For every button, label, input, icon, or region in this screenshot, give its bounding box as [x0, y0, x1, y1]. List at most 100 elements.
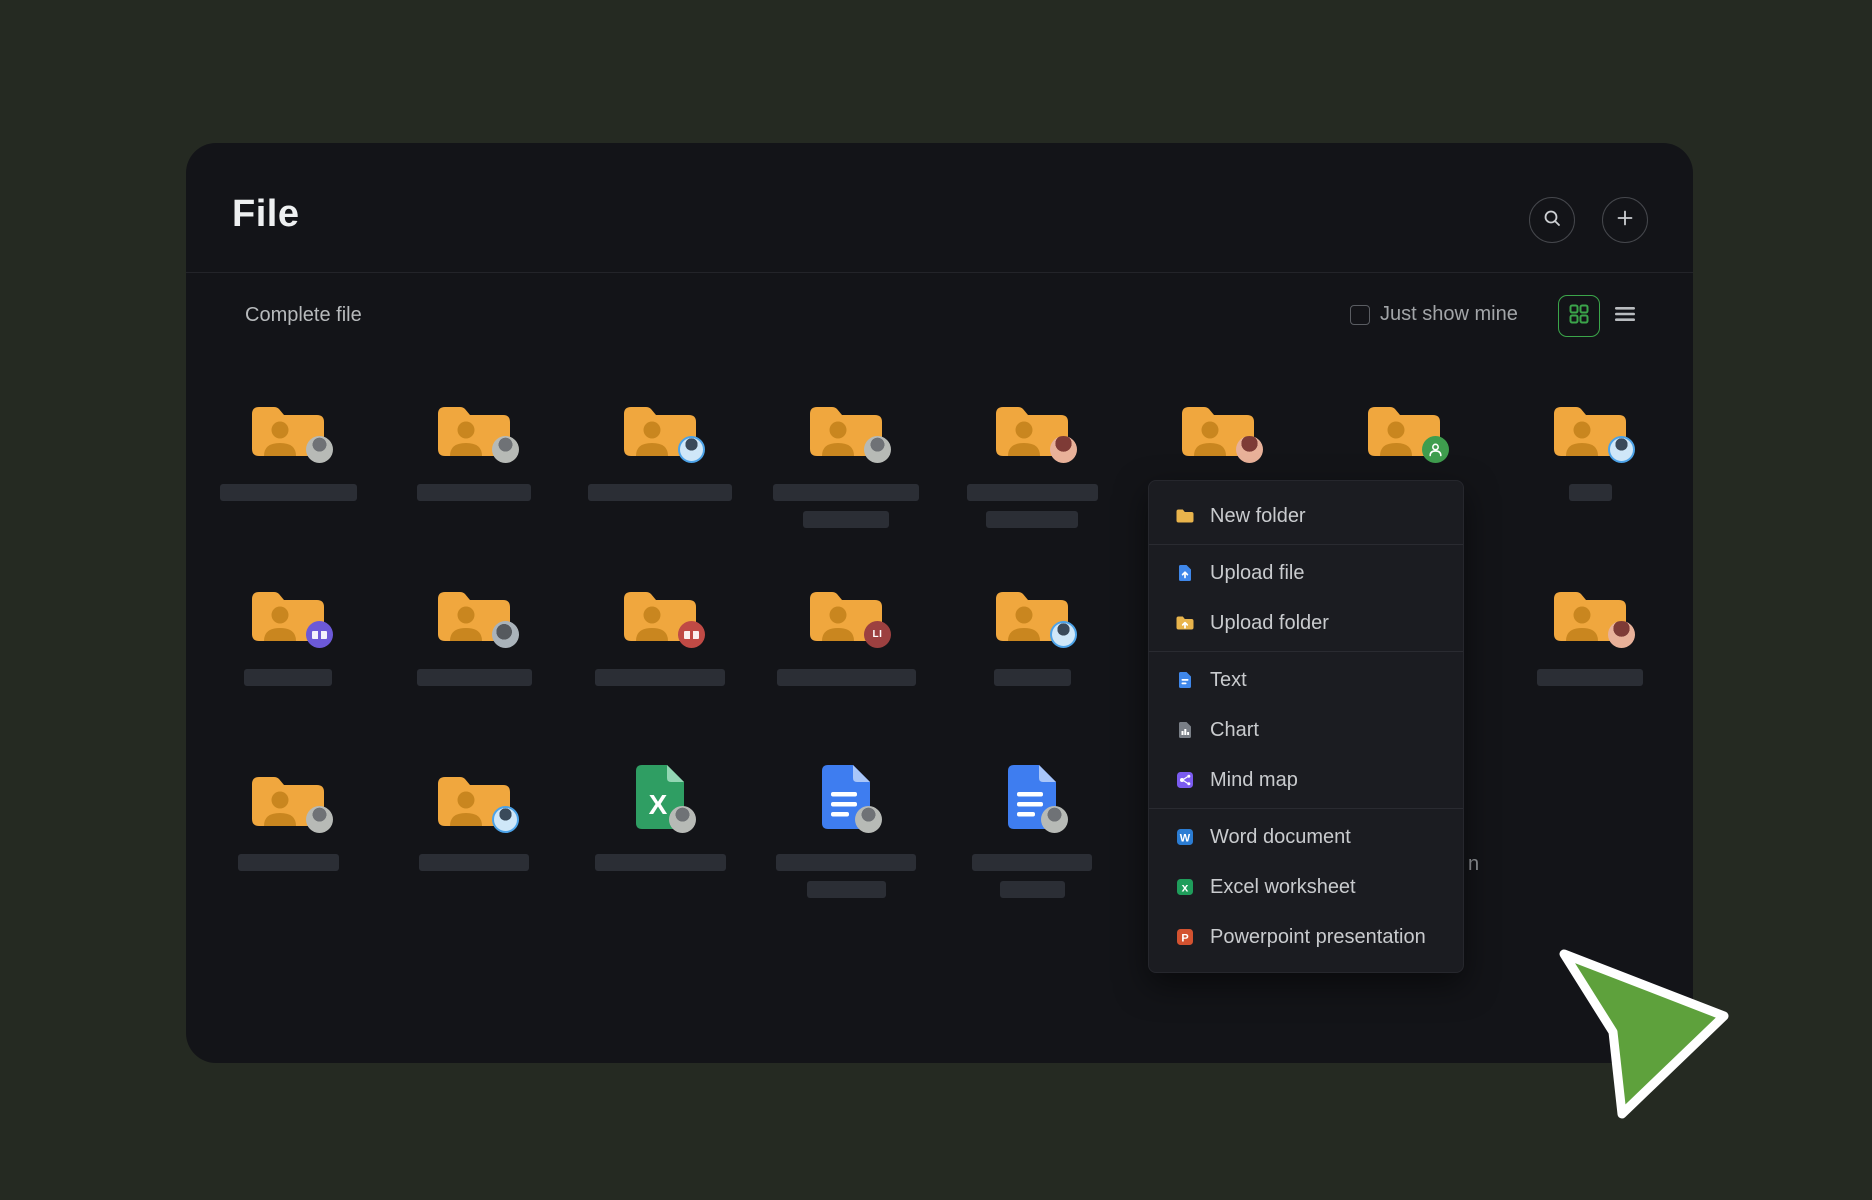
folder-icon [572, 390, 748, 462]
menu-item-upload-file[interactable]: Upload file [1149, 548, 1463, 598]
shared-person-icon [1422, 436, 1449, 463]
folder-item[interactable] [758, 390, 934, 528]
folder-item[interactable] [386, 575, 562, 686]
chart-file-icon [1175, 720, 1195, 740]
file-name-placeholder-group [572, 669, 748, 686]
file-name-placeholder [417, 484, 531, 501]
occluded-filename-text: n [1468, 853, 1479, 876]
folder-icon [758, 390, 934, 462]
menu-item-upload-folder[interactable]: Upload folder [1149, 598, 1463, 648]
file-name-placeholder-group [944, 484, 1120, 528]
menu-item-word-document[interactable]: WWord document [1149, 812, 1463, 862]
folder-icon [944, 390, 1120, 462]
owner-avatar [492, 621, 519, 648]
file-item[interactable]: X [572, 760, 748, 871]
folder-icon [572, 575, 748, 647]
folder-icon [386, 390, 562, 462]
owner-avatar [669, 806, 696, 833]
svg-text:x: x [1182, 881, 1189, 895]
owner-avatar [306, 621, 333, 648]
menu-divider [1149, 651, 1463, 652]
file-name-placeholder-group [758, 669, 934, 686]
file-item[interactable] [944, 760, 1120, 898]
folder-item[interactable] [200, 390, 376, 501]
menu-divider [1149, 808, 1463, 809]
doc-icon [758, 760, 934, 832]
file-name-placeholder [588, 484, 732, 501]
folder-icon [386, 575, 562, 647]
folder-item[interactable] [1316, 390, 1492, 484]
file-name-placeholder-group [1502, 669, 1678, 686]
folder-item[interactable] [572, 575, 748, 686]
folder-item[interactable] [1130, 390, 1306, 484]
pointer-cursor-icon [1556, 946, 1736, 1129]
folder-item[interactable] [200, 575, 376, 686]
folder-item[interactable]: LI [758, 575, 934, 686]
file-name-placeholder [803, 511, 889, 528]
folder-icon [1130, 390, 1306, 462]
doc-icon [944, 760, 1120, 832]
owner-avatar [1041, 806, 1068, 833]
menu-item-powerpoint-presentation[interactable]: PPowerpoint presentation [1149, 912, 1463, 962]
file-name-placeholder [776, 854, 916, 871]
menu-item-text[interactable]: Text [1149, 655, 1463, 705]
menu-item-mind-map[interactable]: Mind map [1149, 755, 1463, 805]
file-name-placeholder [1569, 484, 1612, 501]
file-name-placeholder-group [200, 484, 376, 501]
menu-item-label: New folder [1210, 505, 1306, 528]
folder-item[interactable] [386, 760, 562, 871]
text-file-icon [1175, 670, 1195, 690]
owner-avatar [678, 436, 705, 463]
file-name-placeholder [986, 511, 1078, 528]
svg-text:W: W [1180, 833, 1191, 845]
upload-file-icon [1175, 563, 1195, 583]
owner-avatar [1608, 621, 1635, 648]
owner-avatar [855, 806, 882, 833]
owner-avatar [1050, 621, 1077, 648]
folder-item[interactable] [572, 390, 748, 501]
file-name-placeholder [595, 669, 725, 686]
file-item[interactable] [758, 760, 934, 898]
file-name-placeholder [244, 669, 332, 686]
file-name-placeholder [417, 669, 532, 686]
folder-item[interactable] [1502, 575, 1678, 686]
file-name-placeholder [419, 854, 529, 871]
file-name-placeholder [238, 854, 339, 871]
menu-item-new-folder[interactable]: New folder [1149, 491, 1463, 541]
excel-icon: X [572, 760, 748, 832]
folder-icon [200, 575, 376, 647]
folder-icon [200, 390, 376, 462]
folder-item[interactable] [944, 575, 1120, 686]
file-name-placeholder [972, 854, 1092, 871]
owner-avatar [864, 436, 891, 463]
file-name-placeholder-group [386, 484, 562, 501]
owner-avatar [1236, 436, 1263, 463]
folder-item[interactable] [944, 390, 1120, 528]
ppt-icon: P [1175, 927, 1195, 947]
owner-avatar [1050, 436, 1077, 463]
upload-folder-icon [1175, 613, 1195, 633]
folder-item[interactable] [386, 390, 562, 501]
file-name-placeholder-group [386, 854, 562, 871]
folder-icon [1502, 390, 1678, 462]
owner-avatar [306, 806, 333, 833]
file-name-placeholder-group [200, 854, 376, 871]
file-name-placeholder-group [386, 669, 562, 686]
file-name-placeholder [994, 669, 1071, 686]
menu-item-excel-worksheet[interactable]: xExcel worksheet [1149, 862, 1463, 912]
folder-icon [944, 575, 1120, 647]
owner-avatar [492, 436, 519, 463]
file-name-placeholder [595, 854, 726, 871]
owner-avatar [492, 806, 519, 833]
menu-item-chart[interactable]: Chart [1149, 705, 1463, 755]
file-grid: LI X [186, 143, 1693, 1063]
folder-icon [386, 760, 562, 832]
excel-icon: x [1175, 877, 1195, 897]
file-name-placeholder [777, 669, 916, 686]
menu-item-label: Mind map [1210, 769, 1298, 792]
file-name-placeholder [807, 881, 886, 898]
file-name-placeholder-group [200, 669, 376, 686]
context-menu: New folder Upload fileUpload folder TextCh… [1148, 480, 1464, 973]
folder-item[interactable] [1502, 390, 1678, 501]
folder-item[interactable] [200, 760, 376, 871]
